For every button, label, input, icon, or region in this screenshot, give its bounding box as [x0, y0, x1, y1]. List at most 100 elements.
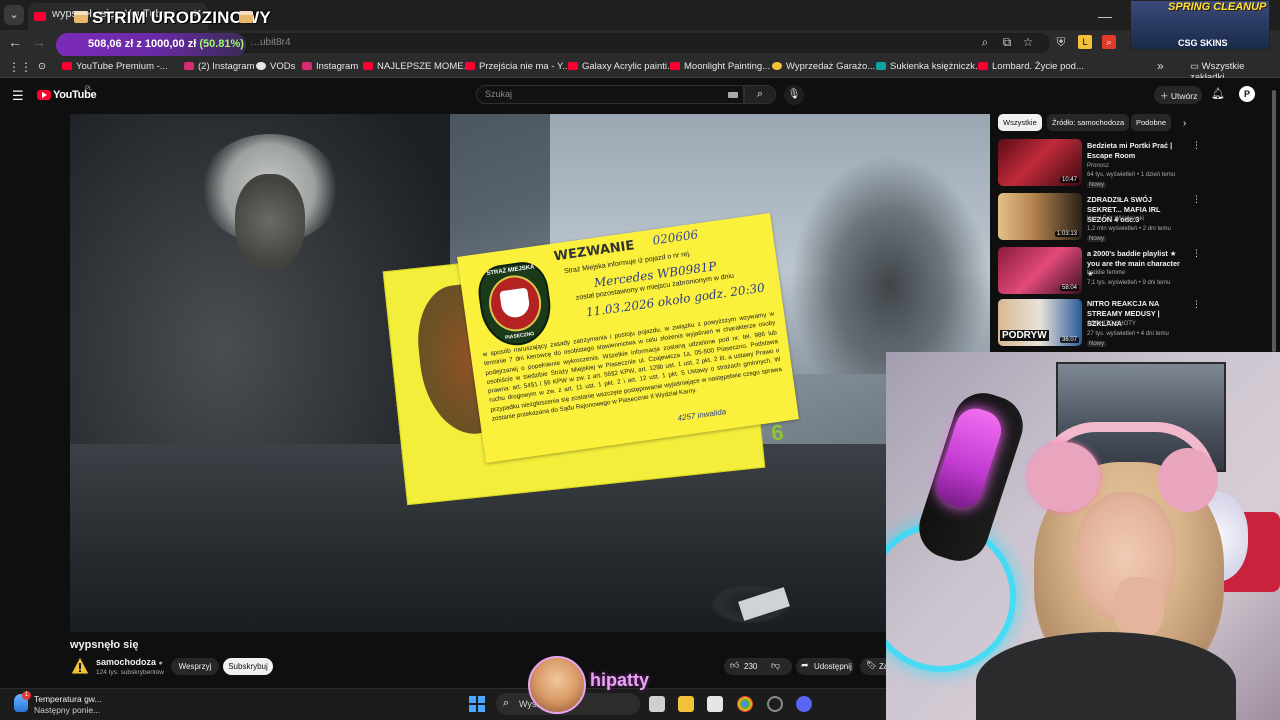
ticket-signature: 4257 inwalida [677, 407, 727, 423]
region-code: PL [85, 86, 93, 92]
recommendation-meta: 7,1 tys. wyświetleń • 9 dni temu [1087, 280, 1171, 286]
bookmarks-overflow-icon[interactable]: » [1157, 59, 1164, 73]
thumbs-up-icon[interactable]: 👍︎ [730, 660, 739, 671]
account-avatar[interactable]: P [1239, 86, 1255, 102]
recommendation-channel[interactable]: Pronosz [1087, 163, 1109, 169]
video-title: wypsnęło się [70, 639, 139, 651]
recommendation-thumbnail[interactable]: 10:47 [998, 139, 1082, 186]
search-placeholder: Szukaj [485, 89, 513, 99]
bookmark-folder-icon[interactable]: ⊙ [38, 61, 46, 72]
bookmark-item[interactable]: Przejścia nie ma - Y... [465, 61, 570, 72]
weather-title[interactable]: Temperatura gw... [34, 694, 102, 704]
video-duration: 36:07 [1060, 337, 1080, 343]
warning-icon[interactable] [70, 656, 90, 676]
address-bar-url: …ubit8r4 [250, 37, 291, 48]
chrome-icon[interactable] [737, 696, 753, 712]
recommendation-title[interactable]: Bedzieta mi Portki Prać | Escape Room [1087, 141, 1187, 161]
more-options-icon[interactable]: ⋮ [1192, 248, 1201, 259]
chip-all[interactable]: Wszystkie [998, 114, 1042, 131]
streamer-hand [1114, 577, 1164, 637]
donation-percent: (50.81%) [199, 38, 244, 50]
menu-hamburger-icon[interactable]: ☰ [12, 88, 24, 104]
parking-ticket: STRAŻ MIEJSKA PIASECZNO WEZWANIE 020606 … [457, 213, 799, 463]
keyboard-icon[interactable] [728, 92, 738, 98]
recommendation-thumbnail[interactable]: 58:04 [998, 247, 1082, 294]
tab-search-dropdown-icon[interactable]: ⌄ [4, 5, 24, 25]
bookmark-item[interactable]: Wyprzedaż Garażo... [772, 61, 875, 72]
recommendation-channel[interactable]: SERHITO SHOTY [1087, 321, 1136, 327]
obs-icon[interactable] [767, 696, 783, 712]
task-view-icon[interactable] [649, 696, 665, 712]
bookmark-item[interactable]: Moonlight Painting... [670, 61, 770, 72]
more-options-icon[interactable]: ⋮ [1192, 299, 1201, 310]
share-icon: ➦ [801, 660, 809, 670]
subscribe-button[interactable]: Subskrybuj [223, 658, 273, 675]
promo-brand: CSG SKINS [1178, 38, 1228, 48]
file-explorer-icon[interactable] [678, 696, 694, 712]
recommendation-channel[interactable]: baddie femme [1087, 270, 1125, 276]
recommendation-thumbnail[interactable]: PODRYW 36:07 [998, 299, 1082, 346]
bookmark-item[interactable]: YouTube Premium -... [62, 61, 168, 72]
bookmark-item[interactable]: Lombard. Życie pod... [978, 61, 1084, 72]
extension-icon[interactable]: L [1078, 35, 1092, 49]
extension-icon[interactable]: ⛨ [1054, 35, 1068, 49]
plus-icon: ＋ [1160, 91, 1169, 101]
headset-earcup [1158, 448, 1218, 512]
video-player[interactable]: E D 0 6 STRAŻ MIEJSKA PIASECZNO WEZWANIE… [70, 114, 990, 632]
search-button[interactable]: ⌕ [744, 85, 776, 104]
apps-grid-icon[interactable]: ⋮⋮ [8, 60, 32, 74]
like-count[interactable]: 230 [744, 662, 757, 671]
subscriber-count: 124 tys. subskrybentów [96, 669, 164, 676]
recommendation-thumbnail[interactable]: 1:03:13 [998, 193, 1082, 240]
support-button[interactable]: Wesprzyj [171, 658, 219, 675]
bookmark-item[interactable]: NAJLEPSZE MOME... [363, 61, 472, 72]
bookmark-star-icon[interactable]: ☆ [1021, 35, 1035, 49]
install-app-icon[interactable]: ⧉ [1000, 35, 1014, 49]
recommendation-meta: 27 tys. wyświetleń • 4 dni temu [1087, 331, 1169, 337]
youtube-favicon-icon [465, 62, 475, 70]
channel-name[interactable]: samochodoza ● [96, 657, 163, 667]
discord-icon[interactable] [796, 696, 812, 712]
chip-source[interactable]: Źródło: samochodoza [1047, 114, 1130, 131]
ticket-number: 020606 [651, 227, 700, 248]
recommendation-channel[interactable]: Karol Friz Wiśniewski [1087, 216, 1144, 222]
back-arrow-icon[interactable]: ← [6, 34, 24, 50]
search-input[interactable] [476, 85, 744, 104]
new-badge: Nowy [1087, 236, 1107, 242]
window-minimize-icon[interactable]: — [1098, 8, 1112, 24]
youtube-logo-icon[interactable] [37, 90, 51, 100]
verified-icon: ● [158, 660, 163, 667]
video-duration: 1:03:13 [1055, 231, 1080, 237]
windows-start-icon[interactable] [469, 696, 485, 712]
cake-icon [74, 11, 88, 23]
forward-arrow-icon[interactable]: → [30, 34, 48, 50]
bookmark-icon: 🔖︎ [866, 660, 878, 670]
search-icon: ⌕ [503, 697, 510, 709]
notifications-bell-icon[interactable]: 🔔︎ [1211, 87, 1225, 100]
chevron-right-icon[interactable]: › [1183, 118, 1186, 129]
bookmark-item[interactable]: Sukienka księżniczk... [876, 61, 983, 72]
chip-similar[interactable]: Podobne [1131, 114, 1172, 131]
thumbs-down-icon[interactable]: 👎︎ [771, 660, 780, 671]
bookmark-item[interactable]: VODs [256, 61, 295, 72]
windows-taskbar [0, 688, 886, 720]
create-button[interactable]: ＋ Utwórz [1154, 86, 1202, 104]
zoom-icon[interactable]: ⌕ [978, 35, 992, 49]
bookmark-item[interactable]: Galaxy Acrylic painti... [568, 61, 675, 72]
weather-subtitle: Następny ponie... [34, 705, 101, 715]
youtube-favicon-icon [34, 12, 46, 21]
voice-search-button[interactable]: 🎙︎ [784, 85, 804, 105]
recommendation-meta: 64 tys. wyświetleń • 1 dzień temu [1087, 172, 1176, 178]
youtube-favicon-icon [978, 62, 988, 70]
search-icon: ⌕ [756, 88, 764, 100]
more-options-icon[interactable]: ⋮ [1192, 194, 1201, 205]
more-options-icon[interactable]: ⋮ [1192, 140, 1201, 151]
page-scrollbar[interactable] [1272, 90, 1276, 352]
promo-title: SPRING CLEANUP [1168, 1, 1267, 13]
bookmark-item[interactable]: Instagram [302, 61, 358, 72]
store-icon[interactable] [707, 696, 723, 712]
streamer-webcam [886, 352, 1280, 720]
streamer-avatar [528, 656, 586, 714]
extension-icon[interactable]: ⌕ [1102, 35, 1116, 49]
bookmark-item[interactable]: (2) Instagram [184, 61, 255, 72]
